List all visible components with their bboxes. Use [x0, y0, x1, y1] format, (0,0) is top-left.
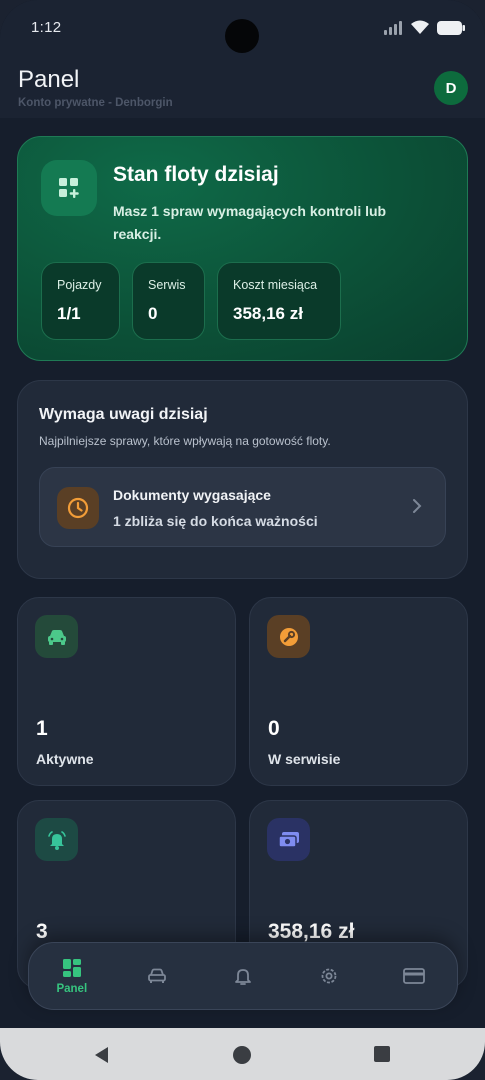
- tile-label: W serwisie: [268, 751, 341, 767]
- dashboard-icon: [62, 958, 81, 977]
- avatar[interactable]: D: [434, 71, 468, 105]
- car-icon: [148, 968, 167, 983]
- phone-frame: 1:12 Panel Konto prywatne - Denborgin D …: [0, 0, 485, 1080]
- stat-vehicles: Pojazdy 1/1: [41, 262, 120, 340]
- attention-title: Wymaga uwagi dzisiaj: [39, 406, 208, 423]
- bell-icon: [235, 969, 251, 985]
- attention-subtitle: Najpilniejsze sprawy, które wpływają na …: [39, 434, 331, 448]
- tile-active[interactable]: 1 Aktywne: [17, 597, 236, 786]
- tile-value: 3: [36, 920, 48, 943]
- status-time: 1:12: [31, 19, 62, 36]
- tile-value: 1: [36, 717, 48, 740]
- front-camera: [225, 19, 259, 53]
- stat-label: Serwis: [148, 278, 186, 292]
- credit-card-icon: [403, 968, 426, 984]
- money-icon: [267, 818, 310, 861]
- tile-value: 358,16 zł: [268, 920, 355, 943]
- stat-value: 1/1: [57, 304, 81, 323]
- stat-label: Pojazdy: [57, 278, 102, 292]
- hero-description: Masz 1 spraw wymagających kontroli lub r…: [113, 203, 387, 242]
- status-icons: [383, 20, 465, 35]
- system-navigation-bar: [0, 1028, 485, 1080]
- fleet-status-card: Stan floty dzisiaj Masz 1 spraw wymagają…: [17, 136, 468, 361]
- nav-item-notifications[interactable]: [208, 946, 278, 1006]
- attention-item-expiring-documents[interactable]: Dokumenty wygasające 1 zbliża się do koń…: [39, 467, 446, 547]
- nav-label: Panel: [56, 982, 88, 995]
- bottom-navigation: Panel: [28, 942, 458, 1010]
- nav-item-panel[interactable]: Panel: [37, 946, 107, 1006]
- nav-item-settings[interactable]: [294, 946, 364, 1006]
- stat-monthly-cost: Koszt miesiąca 358,16 zł: [217, 262, 341, 340]
- status-bar: 1:12: [0, 0, 485, 56]
- wrench-icon: [267, 615, 310, 658]
- tile-label: Aktywne: [36, 751, 94, 767]
- nav-item-vehicles[interactable]: [122, 946, 192, 1006]
- alarm-bell-icon: [35, 818, 78, 861]
- stat-service: Serwis 0: [132, 262, 205, 340]
- stat-value: 358,16 zł: [233, 304, 303, 323]
- back-icon[interactable]: [92, 1045, 112, 1065]
- recents-icon[interactable]: [373, 1045, 391, 1063]
- gear-icon: [321, 968, 336, 984]
- signal-icon: [384, 20, 402, 35]
- attention-card: Wymaga uwagi dzisiaj Najpilniejsze spraw…: [17, 380, 468, 579]
- battery-icon: [437, 20, 465, 35]
- wifi-icon: [411, 20, 429, 34]
- nav-item-payments[interactable]: [379, 946, 449, 1006]
- car-icon: [35, 615, 78, 658]
- account-subtitle: Konto prywatne - Denborgin: [18, 97, 173, 109]
- chevron-right-icon: [413, 499, 422, 513]
- app-header: Panel Konto prywatne - Denborgin D: [0, 56, 485, 118]
- hero-title: Stan floty dzisiaj: [113, 163, 279, 186]
- attention-item-subtitle: 1 zbliża się do końca ważności: [113, 513, 318, 529]
- page-title: Panel: [18, 66, 80, 93]
- home-icon[interactable]: [232, 1045, 252, 1065]
- stat-label: Koszt miesiąca: [233, 278, 318, 292]
- clock-icon: [57, 487, 99, 529]
- stat-value: 0: [148, 304, 158, 323]
- app-screen: 1:12 Panel Konto prywatne - Denborgin D …: [0, 0, 485, 1028]
- attention-item-title: Dokumenty wygasające: [113, 487, 271, 503]
- dashboard-add-icon: [41, 160, 97, 216]
- tile-in-service[interactable]: 0 W serwisie: [249, 597, 468, 786]
- tile-value: 0: [268, 717, 280, 740]
